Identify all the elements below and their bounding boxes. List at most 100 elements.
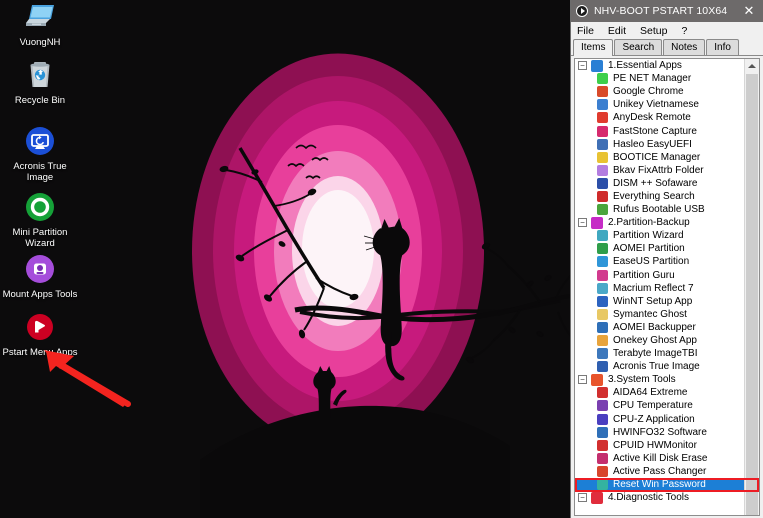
expander-collapse-icon[interactable]: − — [578, 61, 587, 71]
tree-item-row[interactable]: HWINFO32 Software — [575, 426, 745, 439]
tree-item-row[interactable]: EaseUS Partition — [575, 255, 745, 268]
close-icon[interactable]: ✕ — [735, 0, 763, 22]
tree-item-label: 4.Diagnostic Tools — [608, 492, 689, 504]
tree-item-label: AnyDesk Remote — [613, 112, 691, 124]
tree-item-icon — [597, 479, 608, 491]
tree-item-row[interactable]: DISM ++ Sofaware — [575, 177, 745, 190]
tree-item-label: Bkav FixAttrb Folder — [613, 164, 704, 176]
tree-item-icon — [597, 426, 608, 438]
tree-item-row[interactable]: Symantec Ghost — [575, 308, 745, 321]
tree-item-label: Google Chrome — [613, 86, 684, 98]
scrollbar-thumb[interactable] — [746, 74, 758, 515]
tree-item-label: Acronis True Image — [613, 361, 700, 373]
tab-info[interactable]: Info — [706, 39, 739, 55]
tree-item-icon — [597, 321, 608, 333]
tree-item-label: CPUID HWMonitor — [613, 439, 697, 451]
desktop-icon-recycle-bin[interactable]: Recycle Bin — [0, 58, 80, 106]
tree-item-row[interactable]: Partition Wizard — [575, 229, 745, 242]
tree-item-row[interactable]: AnyDesk Remote — [575, 111, 745, 124]
tree-item-row[interactable]: AIDA64 Extreme — [575, 386, 745, 399]
tab-notes[interactable]: Notes — [663, 39, 706, 55]
tree-item-icon — [591, 216, 603, 229]
tree-scrollbar[interactable] — [744, 59, 759, 515]
tree-item-row[interactable]: CPU Temperature — [575, 399, 745, 412]
scrollbar-up-arrow[interactable] — [745, 59, 759, 73]
tree-group-row[interactable]: − 4.Diagnostic Tools — [575, 491, 745, 504]
tree-group-row[interactable]: − 2.Partition-Backup — [575, 216, 745, 229]
tree-item-icon — [597, 308, 608, 320]
desktop-icon-label: Pstart Menu Apps — [2, 347, 78, 358]
desktop-icon-pstart-menu-apps[interactable]: Pstart Menu Apps — [0, 310, 80, 358]
tree-item-label: Symantec Ghost — [613, 308, 687, 320]
menu-item-setup[interactable]: Setup — [640, 24, 675, 38]
tree-item-icon — [597, 269, 608, 281]
tree-item-icon — [597, 177, 608, 189]
mini-partition-wizard-icon — [23, 190, 57, 224]
tree-item-row[interactable]: PE NET Manager — [575, 72, 745, 85]
menu-item-edit[interactable]: Edit — [608, 24, 634, 38]
tree-item-row[interactable]: Rufus Bootable USB — [575, 203, 745, 216]
tree-item-icon — [597, 151, 608, 163]
tree-item-row[interactable]: Hasleo EasyUEFI — [575, 138, 745, 151]
menu-item-help[interactable]: ? — [681, 24, 695, 38]
tree-item-icon — [597, 335, 608, 347]
tree-item-icon — [591, 373, 603, 386]
menu-item-file[interactable]: File — [577, 24, 602, 38]
tree-item-row[interactable]: Reset Win Password — [575, 478, 745, 492]
pstart-menubar[interactable]: File Edit Setup ? — [571, 22, 763, 39]
tree-item-row[interactable]: Bkav FixAttrb Folder — [575, 164, 745, 177]
expander-collapse-icon[interactable]: − — [578, 493, 587, 503]
pstart-window[interactable]: NHV-BOOT PSTART 10X64 ✕ File Edit Setup … — [570, 0, 763, 518]
tree-item-row[interactable]: AOMEI Backupper — [575, 321, 745, 334]
tree-item-label: HWINFO32 Software — [613, 426, 707, 438]
tree-item-label: 1.Essential Apps — [608, 60, 682, 72]
tree-item-row[interactable]: BOOTICE Manager — [575, 151, 745, 164]
tree-item-row[interactable]: Active Pass Changer — [575, 465, 745, 478]
tree-item-row[interactable]: AOMEI Partition — [575, 242, 745, 255]
desktop-icon-mount-apps-tools[interactable]: Mount Apps Tools — [0, 252, 80, 300]
desktop-icon-mini-partition-wizard[interactable]: Mini Partition Wizard — [0, 190, 80, 249]
tree-item-row[interactable]: Partition Guru — [575, 269, 745, 282]
desktop-icon-label: Mount Apps Tools — [2, 289, 78, 300]
tree-item-row[interactable]: Acronis True Image — [575, 360, 745, 373]
pstart-item-tree[interactable]: − 1.Essential Apps PE NET Manager Google Ch… — [574, 58, 760, 516]
tree-item-icon — [597, 164, 608, 176]
tree-item-row[interactable]: FastStone Capture — [575, 124, 745, 137]
tab-search[interactable]: Search — [614, 39, 663, 55]
tree-item-row[interactable]: Active Kill Disk Erase — [575, 452, 745, 465]
tree-group-row[interactable]: − 3.System Tools — [575, 373, 745, 386]
tab-items[interactable]: Items — [573, 39, 614, 56]
recycle-bin-icon — [23, 58, 57, 92]
tree-item-label: Macrium Reflect 7 — [613, 282, 694, 294]
pstart-tabbar[interactable]: Items Search Notes Info — [571, 39, 763, 56]
tree-item-icon — [597, 230, 608, 242]
tree-item-label: Active Pass Changer — [613, 465, 707, 477]
tree-item-label: Onekey Ghost App — [613, 335, 697, 347]
pstart-titlebar[interactable]: NHV-BOOT PSTART 10X64 ✕ — [571, 0, 763, 22]
desktop-icon-acronis-true-image[interactable]: Acronis True Image — [0, 124, 80, 183]
tree-item-row[interactable]: Onekey Ghost App — [575, 334, 745, 347]
tree-item-label: Partition Guru — [613, 269, 675, 281]
tree-item-row[interactable]: Everything Search — [575, 190, 745, 203]
desktop-icon-label: Recycle Bin — [14, 95, 66, 106]
tree-item-label: AIDA64 Extreme — [613, 387, 688, 399]
tree-item-row[interactable]: Google Chrome — [575, 85, 745, 98]
desktop-icon-vuongnh[interactable]: VuongNH — [0, 0, 80, 48]
tree-rows-container[interactable]: − 1.Essential Apps PE NET Manager Google Ch… — [575, 59, 745, 515]
tree-item-label: Unikey Vietnamese — [613, 99, 699, 111]
tree-item-label: DISM ++ Sofaware — [613, 177, 698, 189]
tree-item-row[interactable]: CPU-Z Application — [575, 413, 745, 426]
tree-group-row[interactable]: − 1.Essential Apps — [575, 59, 745, 72]
tree-item-row[interactable]: WinNT Setup App — [575, 295, 745, 308]
tree-item-icon — [597, 361, 608, 373]
tree-item-icon — [597, 400, 608, 412]
tree-item-row[interactable]: Unikey Vietnamese — [575, 98, 745, 111]
expander-collapse-icon[interactable]: − — [578, 375, 587, 385]
expander-collapse-icon[interactable]: − — [578, 218, 587, 228]
tree-item-row[interactable]: Macrium Reflect 7 — [575, 282, 745, 295]
tree-item-row[interactable]: Terabyte ImageTBI — [575, 347, 745, 360]
tree-item-label: BOOTICE Manager — [613, 151, 701, 163]
tree-item-label: CPU-Z Application — [613, 413, 695, 425]
acronis-true-image-icon — [23, 124, 57, 158]
tree-item-row[interactable]: CPUID HWMonitor — [575, 439, 745, 452]
